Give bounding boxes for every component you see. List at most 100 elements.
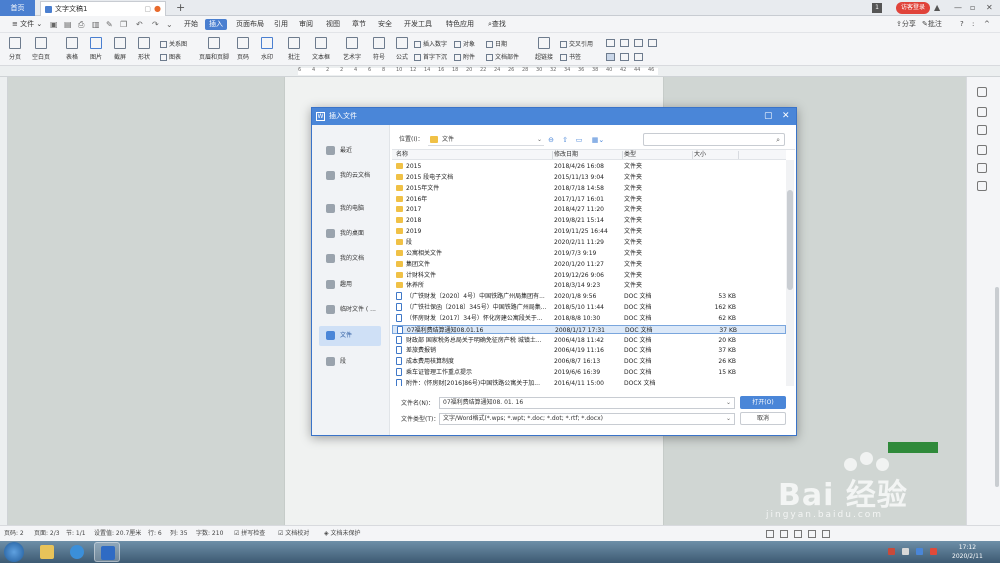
menu-view[interactable]: 视图 xyxy=(322,19,344,30)
file-row[interactable]: 2019 2019/11/25 16:44 文件夹 xyxy=(392,227,786,236)
canvas-scrollbar[interactable] xyxy=(995,287,999,487)
close-icon[interactable]: ✕ xyxy=(782,108,790,125)
file-row[interactable]: 07福利费结算通知08.01.16 2008/1/17 17:31 DOC 文档 37… xyxy=(392,324,786,334)
view-mode-icon[interactable] xyxy=(794,530,802,538)
file-row[interactable]: 2016年 2017/1/17 16:01 文件夹 xyxy=(392,195,786,204)
cancel-button[interactable]: 取消 xyxy=(740,412,786,425)
file-row[interactable]: （广铁财发〔2020〕4号）中国铁路广州局集团有... 2020/1/8 9:56… xyxy=(392,292,786,301)
page-number-button[interactable]: 页码 xyxy=(234,37,252,61)
header-footer-button[interactable]: 页眉和页脚 xyxy=(196,37,232,61)
filetype-select[interactable]: 文字/Word格式(*.wps; *.wpt; *.doc; *.dot; *.… xyxy=(439,413,735,425)
quick-access-more-icon[interactable]: ⌄ xyxy=(166,16,173,33)
pdf-icon[interactable]: ▤ xyxy=(64,16,72,33)
taskbar-explorer[interactable] xyxy=(34,542,60,562)
history-icon[interactable] xyxy=(977,163,987,173)
menu-reference[interactable]: 引用 xyxy=(270,19,292,30)
watermark-button[interactable]: 水印 xyxy=(258,37,276,61)
undo-icon[interactable]: ↶ xyxy=(136,16,143,33)
format-painter-icon[interactable]: ✎ xyxy=(106,16,113,33)
place-duan[interactable]: 段 xyxy=(319,352,381,372)
drop-cap-button[interactable]: 首字下沉 xyxy=(414,52,447,61)
search-input[interactable]: ⌕ xyxy=(643,133,785,146)
place-files[interactable]: 文件 xyxy=(319,326,381,346)
view-mode-icon[interactable] xyxy=(780,530,788,538)
column-divider[interactable] xyxy=(738,151,739,159)
date-button[interactable]: 日期 xyxy=(486,39,507,48)
attachment-button[interactable]: 附件 xyxy=(454,52,475,61)
place-temp[interactable]: 临时文件 ( ... xyxy=(319,300,381,320)
file-row[interactable]: 段 2020/2/11 11:29 文件夹 xyxy=(392,238,786,247)
adjust-icon[interactable] xyxy=(977,125,987,135)
symbol-button[interactable]: 符号 xyxy=(370,37,388,61)
tab-save-icon[interactable]: ▢ xyxy=(144,2,151,16)
place-recent[interactable]: 最近 xyxy=(319,141,381,161)
menu-insert[interactable]: 插入 xyxy=(205,19,227,30)
help-panel-icon[interactable] xyxy=(977,181,987,191)
file-row[interactable]: 公寓相关文件 2019/7/3 9:19 文件夹 xyxy=(392,249,786,258)
maximize-icon[interactable]: ▫ xyxy=(970,0,975,16)
tray-icon[interactable] xyxy=(916,548,923,555)
layout-option-icon[interactable] xyxy=(634,39,643,47)
view-mode-icon[interactable] xyxy=(766,530,774,538)
copy-icon[interactable]: ❐ xyxy=(120,16,127,33)
tray-icon[interactable] xyxy=(888,548,895,555)
table-button[interactable]: 表格 xyxy=(62,37,82,61)
taskbar-wps[interactable] xyxy=(94,542,120,562)
page-badge[interactable]: 1 xyxy=(872,3,882,13)
vertical-ruler[interactable] xyxy=(0,77,8,525)
menu-developer[interactable]: 开发工具 xyxy=(400,19,436,30)
close-window-icon[interactable]: ✕ xyxy=(986,0,993,16)
file-menu[interactable]: ≡ 文件 ⌄ xyxy=(12,16,42,33)
column-divider[interactable] xyxy=(552,151,553,159)
blank-page-button[interactable]: 空白页 xyxy=(30,37,52,61)
chart-button[interactable]: 图表 xyxy=(160,52,181,61)
minimize-icon[interactable]: — xyxy=(954,0,962,16)
layout-option-icon[interactable] xyxy=(620,53,629,61)
collapse-ribbon-button[interactable]: ^ xyxy=(984,16,990,33)
hyperlink-button[interactable]: 超链接 xyxy=(534,37,554,61)
scrollbar-thumb[interactable] xyxy=(787,190,793,290)
menu-security[interactable]: 安全 xyxy=(374,19,396,30)
preview-icon[interactable]: ▥ xyxy=(92,16,100,33)
menu-review[interactable]: 审阅 xyxy=(295,19,317,30)
cross-reference-button[interactable]: 交叉引用 xyxy=(560,39,593,48)
filename-input[interactable]: 07福利费结算通知08. 01. 16 ⌄ xyxy=(439,397,735,409)
place-documents[interactable]: 我的文档 xyxy=(319,249,381,269)
bookmark-button[interactable]: 书签 xyxy=(560,52,581,61)
up-folder-icon[interactable]: ⇧ xyxy=(560,134,570,146)
place-cloud[interactable]: 我的云文档 xyxy=(319,166,381,186)
taskbar-ie[interactable] xyxy=(64,542,90,562)
screenshot-button[interactable]: 截屏 xyxy=(110,37,130,61)
select-icon[interactable] xyxy=(977,107,987,117)
place-desktop[interactable]: 我的桌面 xyxy=(319,224,381,244)
file-row[interactable]: 集团文件 2020/1/20 11:27 文件夹 xyxy=(392,260,786,269)
new-tab-button[interactable]: + xyxy=(176,0,185,16)
more-button[interactable]: : xyxy=(972,16,974,33)
page-break-button[interactable]: 分页 xyxy=(6,37,24,61)
tab-document[interactable]: 文字文稿1 ▢ ● xyxy=(40,1,166,16)
share-button[interactable]: ⇪分享 xyxy=(896,16,916,33)
object-button[interactable]: 对象 xyxy=(454,39,475,48)
place-computer[interactable]: 我的电脑 xyxy=(319,199,381,219)
open-button[interactable]: 打开(O) xyxy=(740,396,786,409)
status-proofread[interactable]: ☑ 文档校对 xyxy=(278,526,309,542)
redo-icon[interactable]: ↷ xyxy=(152,16,159,33)
file-row[interactable]: 乘车证管理工作重点提示 2019/6/6 16:39 DOC 文档 15 KB xyxy=(392,368,786,377)
file-row[interactable]: 2018 2019/8/21 15:14 文件夹 xyxy=(392,216,786,225)
file-row[interactable]: （广铁社保函〔2018〕345号）中国铁路广州局集... 2018/5/10 11… xyxy=(392,303,786,312)
menu-page-layout[interactable]: 页面布局 xyxy=(232,19,268,30)
pen-icon[interactable] xyxy=(977,87,987,97)
file-row[interactable]: 2017 2018/4/27 11:20 文件夹 xyxy=(392,205,786,214)
back-icon[interactable]: ⊖ xyxy=(546,134,556,146)
new-folder-icon[interactable]: ▭ xyxy=(574,134,584,146)
layout-option-icon[interactable] xyxy=(648,39,657,47)
file-row[interactable]: 2015 段电子文档 2015/11/13 9:04 文件夹 xyxy=(392,173,786,182)
layout-option-icon[interactable] xyxy=(620,39,629,47)
view-mode-icon[interactable] xyxy=(808,530,816,538)
column-type[interactable]: 类型 xyxy=(624,150,636,160)
share-panel-icon[interactable] xyxy=(977,145,987,155)
maximize-icon[interactable]: ▢ xyxy=(764,108,773,125)
textbox-button[interactable]: 文本框 xyxy=(310,37,332,61)
file-row[interactable]: 2015 2018/4/26 16:08 文件夹 xyxy=(392,162,786,171)
file-row[interactable]: （怀房财发〔2017〕34号）怀化房建公寓段关于... 2018/8/8 10:3… xyxy=(392,313,786,323)
